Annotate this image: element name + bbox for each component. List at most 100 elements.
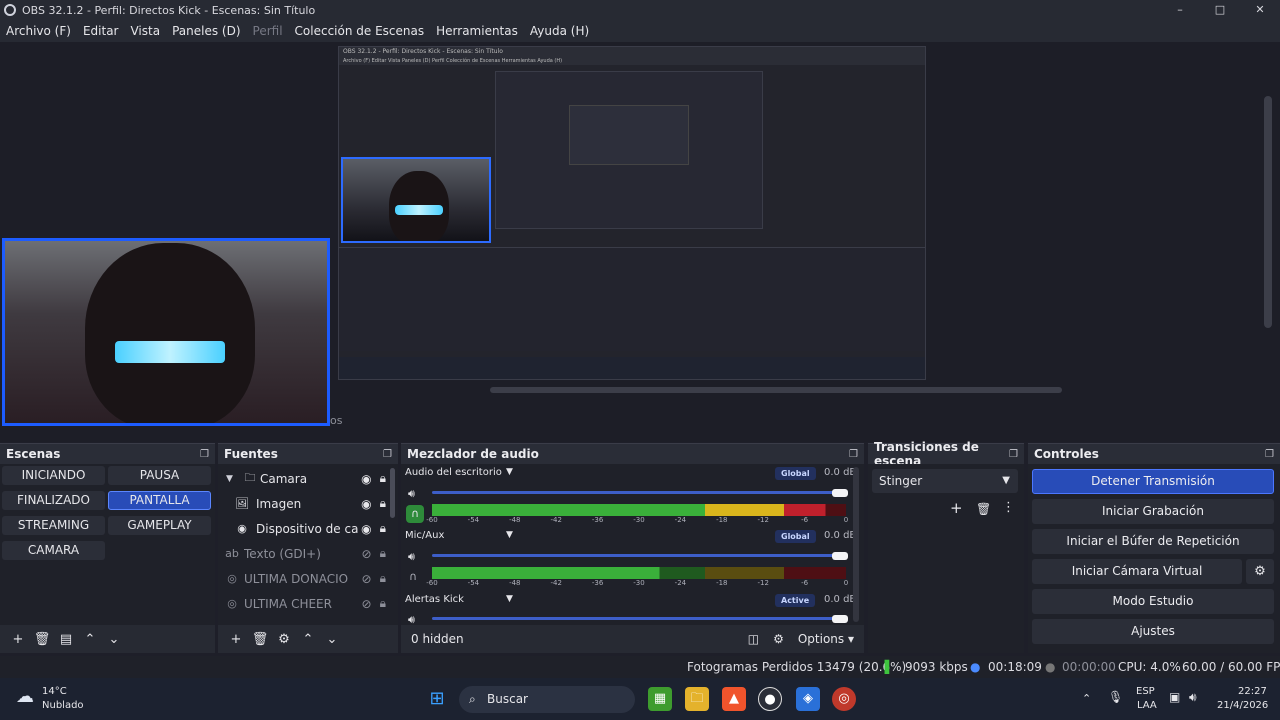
eye-icon[interactable]: ◉ xyxy=(361,497,371,511)
source-item[interactable]: ◉ Dispositivo de ca xyxy=(218,516,384,541)
volume-knob[interactable] xyxy=(832,615,848,623)
collapse-icon[interactable]: ▼ xyxy=(226,474,240,484)
start-recording-button[interactable]: Iniciar Grabación xyxy=(1032,499,1274,524)
obs-icon[interactable]: ● xyxy=(758,687,782,711)
scene-filters-icon[interactable]: ▤ xyxy=(54,632,78,647)
volume-knob[interactable] xyxy=(832,489,848,497)
start-virtual-camera-button[interactable]: Iniciar Cámara Virtual xyxy=(1032,559,1242,584)
remove-transition-icon[interactable]: 🗑︎ xyxy=(976,502,991,516)
move-down-icon[interactable]: ⌄ xyxy=(320,632,344,647)
add-transition-icon[interactable]: + xyxy=(950,499,963,517)
monitor-off-icon[interactable]: ∩ xyxy=(409,570,417,583)
scene-camara[interactable]: CAMARA xyxy=(2,541,105,560)
scene-streaming[interactable]: STREAMING xyxy=(2,516,105,535)
menu-coleccion-escenas[interactable]: Colección de Escenas xyxy=(289,24,431,38)
lock-icon[interactable]: 🔒︎ xyxy=(380,496,386,511)
studio-mode-button[interactable]: Modo Estudio xyxy=(1032,589,1274,614)
keyboard-lang-sub[interactable]: LAA xyxy=(1137,700,1157,711)
chevron-down-icon[interactable]: ▼ xyxy=(506,594,513,604)
mixer-settings-icon[interactable]: ⚙ xyxy=(773,632,784,646)
source-item[interactable]: ◎ ULTIMA CHEER xyxy=(218,591,384,616)
source-properties-icon[interactable]: ⚙ xyxy=(272,632,296,647)
undock-icon[interactable]: ❐ xyxy=(200,449,209,460)
scene-iniciando[interactable]: INICIANDO xyxy=(2,466,105,485)
menu-perfil[interactable]: Perfil xyxy=(247,24,289,38)
chevron-down-icon[interactable]: ▼ xyxy=(506,467,513,477)
minimize-button[interactable]: – xyxy=(1160,0,1200,20)
source-item[interactable]: 🖼︎ Imagen xyxy=(218,491,384,516)
eye-hidden-icon[interactable]: ⊘ xyxy=(362,572,372,586)
mixer-scrollbar[interactable] xyxy=(853,467,859,622)
preview-v-scrollbar[interactable] xyxy=(1264,96,1272,328)
options-button[interactable]: Options ▾ xyxy=(798,632,854,646)
file-explorer-icon[interactable]: 🗀︎ xyxy=(685,687,709,711)
volume-icon[interactable]: 🔊︎ xyxy=(1189,690,1197,705)
headphones-icon[interactable]: ∩ xyxy=(406,505,424,523)
eye-icon[interactable]: ◉ xyxy=(361,472,371,486)
source-item[interactable]: ab Texto (GDI+) xyxy=(218,541,384,566)
windows-start-icon[interactable]: ⊞ xyxy=(425,687,449,711)
scene-pausa[interactable]: PAUSA xyxy=(108,466,211,485)
close-button[interactable]: ✕ xyxy=(1240,0,1280,20)
microphone-icon[interactable]: 🎙︎ xyxy=(1108,690,1123,704)
remove-scene-icon[interactable]: 🗑︎ xyxy=(30,632,54,647)
lock-icon[interactable]: 🔒︎ xyxy=(380,546,386,561)
move-down-icon[interactable]: ⌄ xyxy=(102,632,126,647)
sources-scrollbar[interactable] xyxy=(390,468,395,518)
minecraft-icon[interactable]: ▦ xyxy=(648,687,672,711)
tray-chevron-icon[interactable]: ⌃ xyxy=(1082,692,1091,705)
move-up-icon[interactable]: ⌃ xyxy=(78,632,102,647)
volume-slider[interactable] xyxy=(432,554,846,557)
app-icon[interactable]: ◈ xyxy=(796,687,820,711)
clock-date[interactable]: 21/4/2026 xyxy=(1217,700,1268,711)
brave-icon[interactable]: ▲ xyxy=(722,687,746,711)
scene-finalizado[interactable]: FINALIZADO xyxy=(2,491,105,510)
scene-pantalla[interactable]: PANTALLA xyxy=(108,491,211,510)
network-icon[interactable]: ▣ xyxy=(1169,690,1180,704)
virtual-camera-settings-icon[interactable]: ⚙ xyxy=(1246,559,1274,584)
weather-temp[interactable]: 14°C xyxy=(42,686,67,697)
eye-icon[interactable]: ◉ xyxy=(361,522,371,536)
move-up-icon[interactable]: ⌃ xyxy=(296,632,320,647)
speaker-icon[interactable]: 🔊︎ xyxy=(408,550,415,564)
maximize-button[interactable]: □ xyxy=(1200,0,1240,20)
menu-herramientas[interactable]: Herramientas xyxy=(430,24,524,38)
menu-archivo[interactable]: Archivo (F) xyxy=(0,24,77,38)
speaker-icon[interactable]: 🔊︎ xyxy=(408,487,415,501)
stop-streaming-button[interactable]: Detener Transmisión xyxy=(1032,469,1274,494)
menu-ayuda[interactable]: Ayuda (H) xyxy=(524,24,595,38)
taskbar-search[interactable]: ⌕ Buscar xyxy=(459,686,635,713)
menu-vista[interactable]: Vista xyxy=(124,24,166,38)
preview-h-scrollbar[interactable] xyxy=(490,387,1062,393)
transition-select[interactable]: Stinger ▼ xyxy=(872,469,1018,493)
volume-slider[interactable] xyxy=(432,491,846,494)
add-source-icon[interactable]: + xyxy=(224,632,248,647)
lock-icon[interactable]: 🔒︎ xyxy=(380,571,386,586)
settings-button[interactable]: Ajustes xyxy=(1032,619,1274,644)
mixer-layout-icon[interactable]: ◫ xyxy=(748,632,759,646)
more-options-icon[interactable]: ⋮ xyxy=(1002,500,1015,515)
lock-icon[interactable]: 🔒︎ xyxy=(380,521,386,536)
source-item[interactable]: ◎ ULTIMA DONACIO xyxy=(218,566,384,591)
eye-hidden-icon[interactable]: ⊘ xyxy=(362,597,372,611)
weather-desc[interactable]: Nublado xyxy=(42,700,84,711)
keyboard-lang[interactable]: ESP xyxy=(1136,686,1155,697)
undock-icon[interactable]: ❐ xyxy=(1265,449,1274,460)
undock-icon[interactable]: ❐ xyxy=(849,449,858,460)
clock-time[interactable]: 22:27 xyxy=(1238,686,1267,697)
source-item[interactable]: ▼ 🗀︎ Camara xyxy=(218,466,384,491)
eye-hidden-icon[interactable]: ⊘ xyxy=(362,547,372,561)
menu-editar[interactable]: Editar xyxy=(77,24,125,38)
volume-slider[interactable] xyxy=(432,617,846,620)
add-scene-icon[interactable]: + xyxy=(6,632,30,647)
lock-icon[interactable]: 🔒︎ xyxy=(380,596,386,611)
chevron-down-icon[interactable]: ▼ xyxy=(506,530,513,540)
remove-source-icon[interactable]: 🗑︎ xyxy=(248,632,272,647)
lock-icon[interactable]: 🔒︎ xyxy=(380,471,386,486)
scene-gameplay[interactable]: GAMEPLAY xyxy=(108,516,211,535)
overwatch-icon[interactable]: ◎ xyxy=(832,687,856,711)
speaker-icon[interactable]: 🔊︎ xyxy=(408,613,415,627)
undock-icon[interactable]: ❐ xyxy=(1009,449,1018,460)
undock-icon[interactable]: ❐ xyxy=(383,449,392,460)
menu-paneles[interactable]: Paneles (D) xyxy=(166,24,246,38)
